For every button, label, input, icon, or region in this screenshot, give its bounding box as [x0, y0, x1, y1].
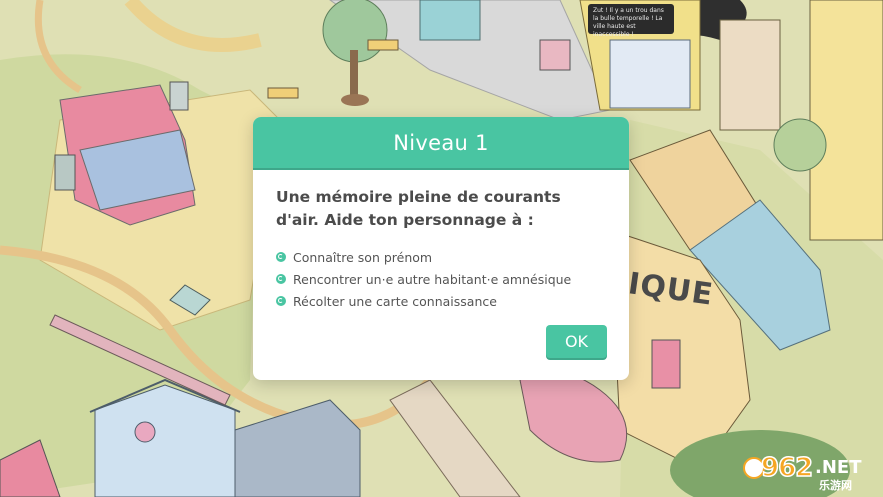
objective-text: Rencontrer un·e autre habitant·e amnésiq…: [293, 271, 572, 287]
dialog-header: Niveau 1: [253, 117, 629, 170]
speech-bubble: Zut ! Il y a un trou dans la bulle tempo…: [588, 4, 674, 38]
watermark-suffix: .NET: [815, 457, 862, 478]
objective-text: Récolter une carte connaissance: [293, 293, 497, 309]
dialog-body: Une mémoire pleine de courants d'air. Ai…: [253, 168, 629, 312]
swirl-bullet-icon: [276, 274, 286, 284]
site-watermark: 962 .NET 乐游网: [743, 452, 875, 493]
objectives-list: Connaître son prénom Rencontrer un·e aut…: [276, 246, 607, 312]
swirl-bullet-icon: [276, 252, 286, 262]
watermark-site-name: 乐游网: [819, 479, 852, 492]
objective-item: Connaître son prénom: [276, 246, 607, 268]
level-dialog: Niveau 1 Une mémoire pleine de courants …: [253, 117, 629, 380]
watermark-number: 962: [760, 452, 814, 484]
level-description: Une mémoire pleine de courants d'air. Ai…: [276, 188, 561, 229]
dialog-title: Niveau 1: [393, 130, 489, 155]
swirl-bullet-icon: [276, 296, 286, 306]
ok-button[interactable]: OK: [546, 325, 607, 358]
objective-text: Connaître son prénom: [293, 249, 433, 265]
objective-item: Récolter une carte connaissance: [276, 290, 607, 312]
objective-item: Rencontrer un·e autre habitant·e amnésiq…: [276, 268, 607, 290]
